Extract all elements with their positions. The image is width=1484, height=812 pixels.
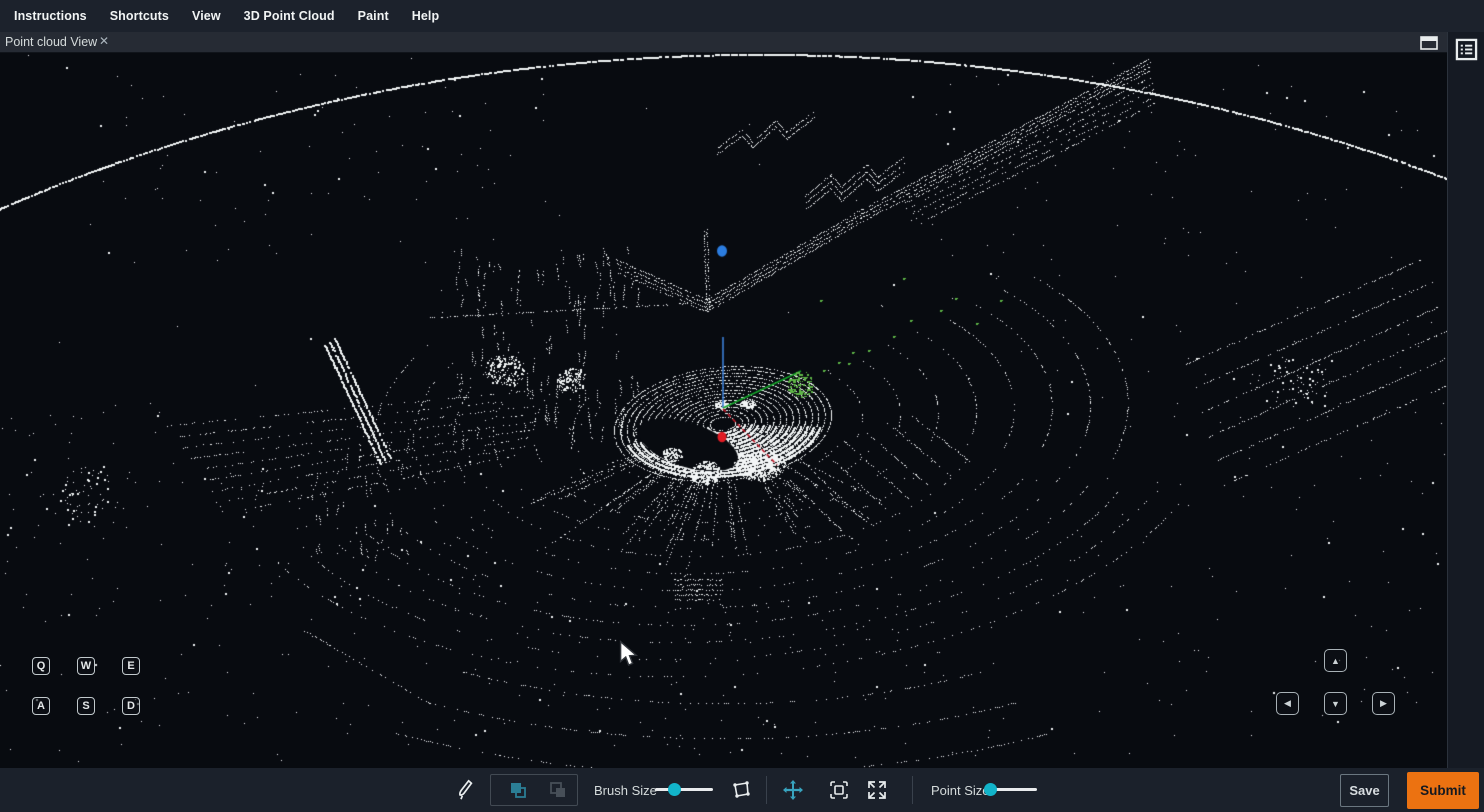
nav-right-button[interactable]: ▶ — [1372, 692, 1395, 715]
paint-toolbar: Brush Size Point Size Save Submit — [0, 768, 1484, 812]
menu-paint[interactable]: Paint — [358, 9, 389, 23]
hotkey-s[interactable]: S — [77, 697, 95, 715]
toolbar-divider — [912, 776, 913, 804]
submit-button[interactable]: Submit — [1407, 772, 1479, 809]
close-icon[interactable]: ✕ — [99, 34, 109, 48]
brush-size-label: Brush Size — [594, 768, 657, 812]
nav-left-button[interactable]: ◀ — [1276, 692, 1299, 715]
hotkey-d[interactable]: D — [122, 697, 140, 715]
polygon-tool-icon[interactable] — [728, 768, 754, 812]
arrow-up-icon: ▲ — [1331, 656, 1340, 666]
point-cloud-viewport: Q W E A S D ▲ ◀ ▼ ▶ — [0, 53, 1447, 768]
tab-bar: Point cloud View ✕ — [0, 32, 1447, 53]
point-size-thumb[interactable] — [984, 783, 997, 796]
move-tool-icon[interactable] — [780, 768, 806, 812]
copy-annotation-icon[interactable] — [503, 775, 533, 805]
arrow-left-icon: ◀ — [1284, 698, 1291, 709]
nav-down-button[interactable]: ▼ — [1324, 692, 1347, 715]
paste-annotation-icon[interactable] — [543, 775, 573, 805]
hotkey-q[interactable]: Q — [32, 657, 50, 675]
hotkey-e[interactable]: E — [122, 657, 140, 675]
fit-frame-icon[interactable] — [826, 768, 852, 812]
side-panel — [1447, 32, 1484, 768]
arrow-down-icon: ▼ — [1331, 699, 1340, 709]
save-button[interactable]: Save — [1340, 774, 1389, 807]
hotkey-a[interactable]: A — [32, 697, 50, 715]
point-size-label: Point Size — [931, 768, 990, 812]
menu-view[interactable]: View — [192, 9, 221, 23]
tab-point-cloud-view[interactable]: Point cloud View — [5, 35, 97, 49]
toolbar-divider — [766, 776, 767, 804]
menu-instructions[interactable]: Instructions — [14, 9, 87, 23]
arrow-right-icon: ▶ — [1380, 698, 1387, 709]
brush-size-thumb[interactable] — [668, 783, 681, 796]
copy-tools-group — [490, 774, 578, 806]
point-cloud-canvas[interactable] — [0, 53, 1447, 768]
nav-up-button[interactable]: ▲ — [1324, 649, 1347, 672]
menu-bar: Instructions Shortcuts View 3D Point Clo… — [0, 0, 1484, 32]
brush-size-track[interactable] — [655, 788, 713, 791]
expand-fullscreen-icon[interactable] — [864, 768, 890, 812]
annotations-panel-icon[interactable] — [1455, 38, 1478, 61]
hotkey-w[interactable]: W — [77, 657, 95, 675]
menu-help[interactable]: Help — [412, 9, 440, 23]
maximize-icon[interactable] — [1420, 36, 1438, 50]
menu-3d-point-cloud[interactable]: 3D Point Cloud — [244, 9, 335, 23]
menu-shortcuts[interactable]: Shortcuts — [110, 9, 169, 23]
brush-size-slider[interactable] — [655, 788, 713, 792]
pen-tool-icon[interactable] — [452, 768, 478, 812]
point-size-slider[interactable] — [985, 788, 1037, 792]
labeling-app: Instructions Shortcuts View 3D Point Clo… — [0, 0, 1484, 812]
